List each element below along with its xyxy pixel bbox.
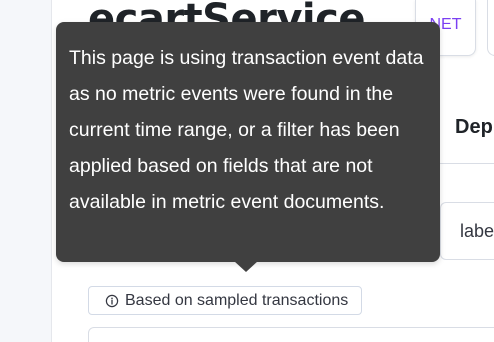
- section-header: Dep: [455, 116, 493, 138]
- filter-field-label: labe: [460, 221, 494, 241]
- side-nav-gutter: [0, 0, 52, 342]
- section-divider: [440, 163, 494, 164]
- tooltip: This page is using transaction event dat…: [56, 22, 440, 262]
- tooltip-arrow: [234, 261, 258, 272]
- sampled-badge-label: Based on sampled transactions: [125, 291, 349, 309]
- info-icon: [105, 294, 119, 307]
- content-panel: [88, 327, 494, 342]
- sampled-transactions-badge[interactable]: Based on sampled transactions: [88, 286, 363, 315]
- filter-input[interactable]: labe: [440, 202, 494, 260]
- tooltip-text: This page is using transaction event dat…: [69, 47, 424, 213]
- next-badge[interactable]: [487, 0, 494, 56]
- app-window: ecartService NET Dep labe Based on sampl…: [0, 0, 494, 342]
